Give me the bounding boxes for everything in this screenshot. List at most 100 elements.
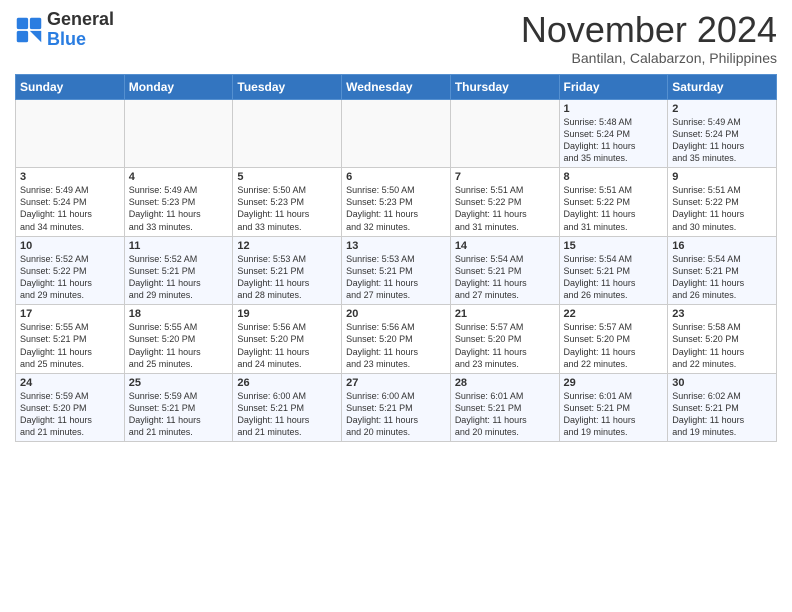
day-info: Sunrise: 5:50 AM Sunset: 5:23 PM Dayligh… (346, 184, 446, 233)
logo: General Blue (15, 10, 114, 50)
day-number: 29 (564, 377, 664, 389)
day-info: Sunrise: 5:50 AM Sunset: 5:23 PM Dayligh… (237, 184, 337, 233)
day-number: 1 (564, 103, 664, 115)
calendar-cell: 25Sunrise: 5:59 AM Sunset: 5:21 PM Dayli… (124, 373, 233, 442)
calendar-cell (342, 99, 451, 168)
day-number: 28 (455, 377, 555, 389)
calendar-body: 1Sunrise: 5:48 AM Sunset: 5:24 PM Daylig… (16, 99, 777, 442)
day-number: 8 (564, 171, 664, 183)
day-info: Sunrise: 5:49 AM Sunset: 5:24 PM Dayligh… (672, 116, 772, 165)
header-saturday: Saturday (668, 74, 777, 99)
logo-text: General Blue (47, 10, 114, 50)
day-number: 20 (346, 308, 446, 320)
calendar-cell: 1Sunrise: 5:48 AM Sunset: 5:24 PM Daylig… (559, 99, 668, 168)
calendar-cell: 30Sunrise: 6:02 AM Sunset: 5:21 PM Dayli… (668, 373, 777, 442)
day-info: Sunrise: 5:52 AM Sunset: 5:21 PM Dayligh… (129, 253, 229, 302)
calendar-cell: 21Sunrise: 5:57 AM Sunset: 5:20 PM Dayli… (450, 305, 559, 374)
week-row-4: 17Sunrise: 5:55 AM Sunset: 5:21 PM Dayli… (16, 305, 777, 374)
day-info: Sunrise: 5:56 AM Sunset: 5:20 PM Dayligh… (346, 321, 446, 370)
day-info: Sunrise: 5:59 AM Sunset: 5:20 PM Dayligh… (20, 390, 120, 439)
calendar: SundayMondayTuesdayWednesdayThursdayFrid… (15, 74, 777, 443)
day-number: 9 (672, 171, 772, 183)
day-info: Sunrise: 5:53 AM Sunset: 5:21 PM Dayligh… (237, 253, 337, 302)
day-number: 17 (20, 308, 120, 320)
week-row-2: 3Sunrise: 5:49 AM Sunset: 5:24 PM Daylig… (16, 168, 777, 237)
header-monday: Monday (124, 74, 233, 99)
day-info: Sunrise: 5:49 AM Sunset: 5:23 PM Dayligh… (129, 184, 229, 233)
calendar-cell: 19Sunrise: 5:56 AM Sunset: 5:20 PM Dayli… (233, 305, 342, 374)
day-number: 2 (672, 103, 772, 115)
day-info: Sunrise: 6:01 AM Sunset: 5:21 PM Dayligh… (455, 390, 555, 439)
calendar-cell (124, 99, 233, 168)
month-title: November 2024 (521, 10, 777, 50)
calendar-cell: 26Sunrise: 6:00 AM Sunset: 5:21 PM Dayli… (233, 373, 342, 442)
day-info: Sunrise: 6:00 AM Sunset: 5:21 PM Dayligh… (346, 390, 446, 439)
day-info: Sunrise: 6:01 AM Sunset: 5:21 PM Dayligh… (564, 390, 664, 439)
calendar-cell: 3Sunrise: 5:49 AM Sunset: 5:24 PM Daylig… (16, 168, 125, 237)
logo-general: General (47, 9, 114, 29)
calendar-cell: 23Sunrise: 5:58 AM Sunset: 5:20 PM Dayli… (668, 305, 777, 374)
calendar-cell: 29Sunrise: 6:01 AM Sunset: 5:21 PM Dayli… (559, 373, 668, 442)
day-number: 14 (455, 240, 555, 252)
day-info: Sunrise: 5:51 AM Sunset: 5:22 PM Dayligh… (672, 184, 772, 233)
day-number: 30 (672, 377, 772, 389)
day-number: 23 (672, 308, 772, 320)
day-number: 19 (237, 308, 337, 320)
calendar-cell (16, 99, 125, 168)
header-friday: Friday (559, 74, 668, 99)
calendar-cell: 2Sunrise: 5:49 AM Sunset: 5:24 PM Daylig… (668, 99, 777, 168)
title-area: November 2024 Bantilan, Calabarzon, Phil… (521, 10, 777, 66)
calendar-cell: 13Sunrise: 5:53 AM Sunset: 5:21 PM Dayli… (342, 236, 451, 305)
day-number: 13 (346, 240, 446, 252)
calendar-cell: 11Sunrise: 5:52 AM Sunset: 5:21 PM Dayli… (124, 236, 233, 305)
calendar-cell: 4Sunrise: 5:49 AM Sunset: 5:23 PM Daylig… (124, 168, 233, 237)
day-number: 6 (346, 171, 446, 183)
day-number: 22 (564, 308, 664, 320)
day-number: 27 (346, 377, 446, 389)
day-number: 15 (564, 240, 664, 252)
calendar-cell: 20Sunrise: 5:56 AM Sunset: 5:20 PM Dayli… (342, 305, 451, 374)
calendar-cell: 8Sunrise: 5:51 AM Sunset: 5:22 PM Daylig… (559, 168, 668, 237)
header-sunday: Sunday (16, 74, 125, 99)
calendar-cell: 10Sunrise: 5:52 AM Sunset: 5:22 PM Dayli… (16, 236, 125, 305)
day-number: 25 (129, 377, 229, 389)
calendar-cell: 18Sunrise: 5:55 AM Sunset: 5:20 PM Dayli… (124, 305, 233, 374)
calendar-cell: 24Sunrise: 5:59 AM Sunset: 5:20 PM Dayli… (16, 373, 125, 442)
week-row-5: 24Sunrise: 5:59 AM Sunset: 5:20 PM Dayli… (16, 373, 777, 442)
day-info: Sunrise: 5:54 AM Sunset: 5:21 PM Dayligh… (455, 253, 555, 302)
day-number: 16 (672, 240, 772, 252)
day-info: Sunrise: 5:58 AM Sunset: 5:20 PM Dayligh… (672, 321, 772, 370)
calendar-cell (450, 99, 559, 168)
week-row-1: 1Sunrise: 5:48 AM Sunset: 5:24 PM Daylig… (16, 99, 777, 168)
calendar-cell: 17Sunrise: 5:55 AM Sunset: 5:21 PM Dayli… (16, 305, 125, 374)
calendar-cell: 16Sunrise: 5:54 AM Sunset: 5:21 PM Dayli… (668, 236, 777, 305)
day-info: Sunrise: 5:54 AM Sunset: 5:21 PM Dayligh… (672, 253, 772, 302)
day-number: 3 (20, 171, 120, 183)
calendar-cell: 9Sunrise: 5:51 AM Sunset: 5:22 PM Daylig… (668, 168, 777, 237)
day-number: 10 (20, 240, 120, 252)
header-thursday: Thursday (450, 74, 559, 99)
calendar-cell: 6Sunrise: 5:50 AM Sunset: 5:23 PM Daylig… (342, 168, 451, 237)
day-info: Sunrise: 5:57 AM Sunset: 5:20 PM Dayligh… (455, 321, 555, 370)
day-number: 7 (455, 171, 555, 183)
calendar-cell: 22Sunrise: 5:57 AM Sunset: 5:20 PM Dayli… (559, 305, 668, 374)
day-number: 21 (455, 308, 555, 320)
header-wednesday: Wednesday (342, 74, 451, 99)
day-info: Sunrise: 5:51 AM Sunset: 5:22 PM Dayligh… (564, 184, 664, 233)
logo-icon (15, 16, 43, 44)
calendar-cell: 7Sunrise: 5:51 AM Sunset: 5:22 PM Daylig… (450, 168, 559, 237)
day-info: Sunrise: 5:48 AM Sunset: 5:24 PM Dayligh… (564, 116, 664, 165)
day-info: Sunrise: 5:59 AM Sunset: 5:21 PM Dayligh… (129, 390, 229, 439)
calendar-cell (233, 99, 342, 168)
calendar-header: SundayMondayTuesdayWednesdayThursdayFrid… (16, 74, 777, 99)
day-info: Sunrise: 5:57 AM Sunset: 5:20 PM Dayligh… (564, 321, 664, 370)
header-tuesday: Tuesday (233, 74, 342, 99)
day-number: 11 (129, 240, 229, 252)
calendar-cell: 28Sunrise: 6:01 AM Sunset: 5:21 PM Dayli… (450, 373, 559, 442)
day-info: Sunrise: 6:02 AM Sunset: 5:21 PM Dayligh… (672, 390, 772, 439)
day-info: Sunrise: 5:54 AM Sunset: 5:21 PM Dayligh… (564, 253, 664, 302)
calendar-cell: 15Sunrise: 5:54 AM Sunset: 5:21 PM Dayli… (559, 236, 668, 305)
header: General Blue November 2024 Bantilan, Cal… (15, 10, 777, 66)
day-number: 12 (237, 240, 337, 252)
calendar-cell: 5Sunrise: 5:50 AM Sunset: 5:23 PM Daylig… (233, 168, 342, 237)
